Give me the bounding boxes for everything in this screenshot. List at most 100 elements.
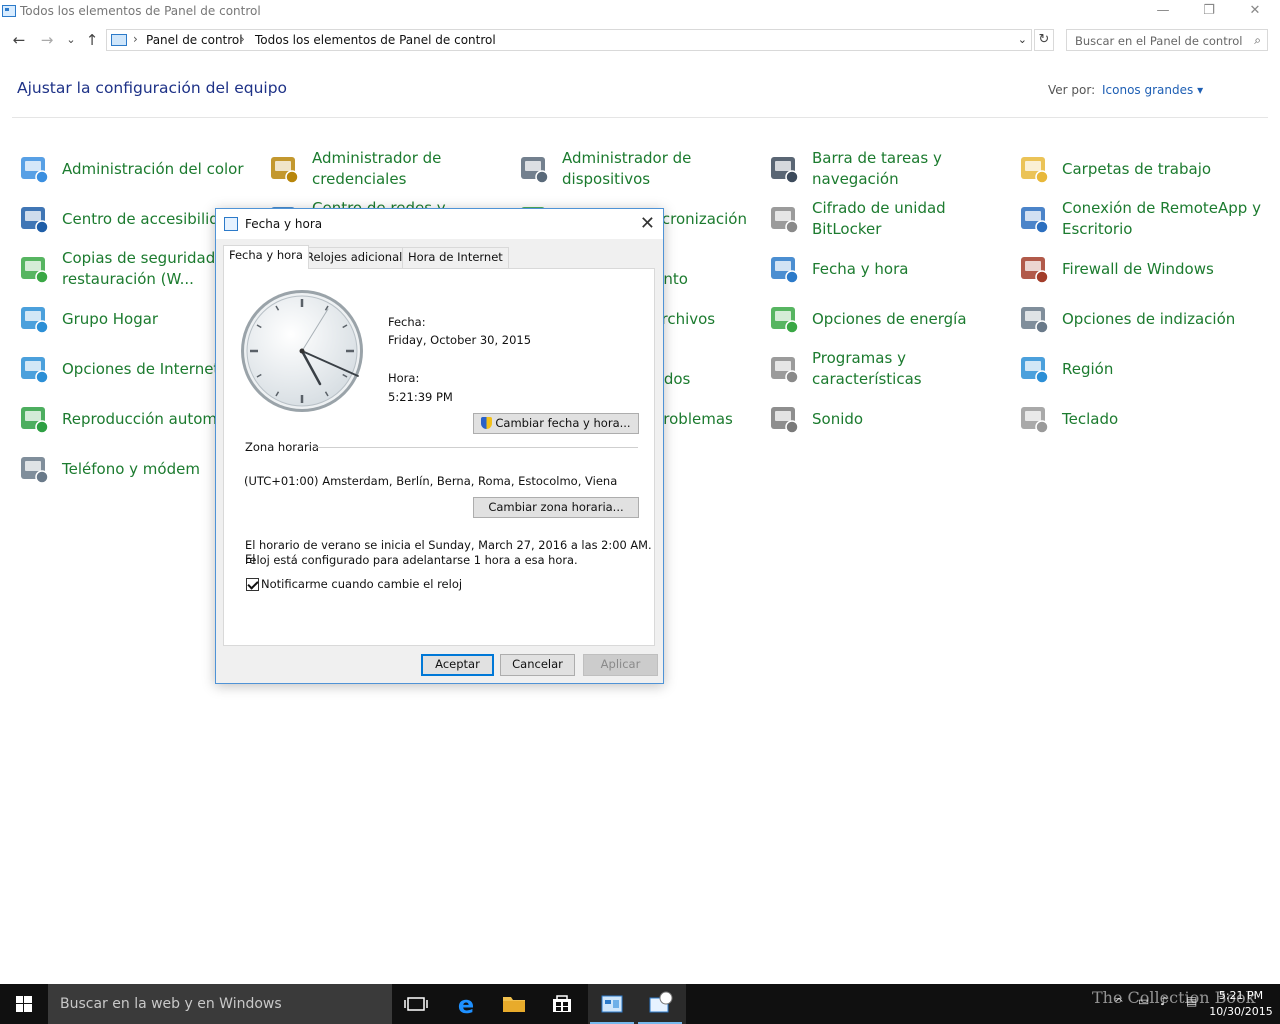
phone-modem-icon [21,457,49,484]
taskbar-edge[interactable]: e [442,984,490,1024]
close-button[interactable]: ✕ [1232,0,1278,24]
taskbar-store[interactable] [538,984,586,1024]
recent-locations-button[interactable]: ⌄ [62,30,80,50]
cp-item-label: Región [1062,359,1114,378]
credential-manager-icon [271,157,299,184]
network-icon[interactable]: ▭ [1138,994,1149,1024]
time-value: 5:21:39 PM [388,390,453,404]
dialog-title: Fecha y hora [245,217,323,231]
task-view-button[interactable] [392,984,440,1024]
taskbar-date-time[interactable] [636,984,686,1024]
date-time-icon [224,217,238,231]
taskbar-search[interactable] [48,984,392,1024]
refresh-button[interactable]: ↻ [1034,29,1054,51]
indexing-options-icon [1021,307,1049,334]
homegroup-icon [21,307,49,334]
cp-item-remoteapp[interactable]: Conexión de RemoteApp y Escritorio [1018,197,1263,241]
change-date-time-button[interactable]: Cambiar fecha y hora... [473,413,639,434]
window-title: Todos los elementos de Panel de control [20,4,261,18]
edge-icon: e [458,991,474,1019]
start-button[interactable] [0,984,48,1024]
color-management-icon [21,157,49,184]
taskbar-control-panel[interactable] [588,984,636,1024]
ease-of-access-icon [21,207,49,234]
firewall-icon [1021,257,1049,284]
change-date-time-label: Cambiar fecha y hora... [495,416,631,430]
address-dropdown-button[interactable]: ⌄ [1018,33,1027,46]
action-center-icon[interactable]: ▤ [1186,994,1197,1024]
time-label: Hora: [388,371,420,385]
cp-item-indexing-options[interactable]: Opciones de indización [1018,297,1263,341]
region-icon [1021,357,1049,384]
volume-icon[interactable]: ♪ [1160,994,1168,1024]
taskbar: e [0,984,1280,1024]
forward-button[interactable]: → [38,30,56,50]
search-icon[interactable]: ⌕ [1254,33,1261,48]
search-box[interactable]: ⌕ [1066,29,1268,51]
work-folders-icon [1021,157,1049,184]
cp-item-region[interactable]: Región [1018,347,1263,391]
cp-item-label: Firewall de Windows [1062,259,1214,278]
control-panel-location-icon [111,34,127,46]
svg-text:e: e [458,991,474,1019]
dialog-titlebar[interactable]: Fecha y hora ✕ [216,209,663,239]
cp-item-label: Teclado [1062,409,1119,428]
taskbar-date: 10/30/2015 [1209,1005,1273,1018]
taskbar-search-input[interactable] [48,984,368,1024]
back-button[interactable]: ← [10,30,28,50]
window-titlebar[interactable]: Todos los elementos de Panel de control … [0,0,1280,24]
backup-restore-icon [21,257,49,284]
cp-item-label: Fecha y hora [812,259,909,278]
up-button[interactable]: ↑ [83,30,101,50]
cancel-button[interactable]: Cancelar [500,654,575,676]
view-by-dropdown[interactable]: Iconos grandes ▾ [1102,83,1203,97]
cp-item-label: Administración del color [62,159,244,178]
change-timezone-button[interactable]: Cambiar zona horaria... [473,497,639,518]
taskbar-clock[interactable]: 5:21 PM 10/30/2015 [1208,988,1274,1020]
cp-item-work-folders[interactable]: Carpetas de trabajo [1018,147,1263,191]
cp-item-label: Programas y características [812,349,922,388]
notify-label[interactable]: Notificarme cuando cambie el reloj [261,577,462,591]
taskbar-icon [771,157,799,184]
minimize-button[interactable]: — [1140,0,1186,24]
taskbar-time: 5:21 PM [1218,989,1264,1002]
timezone-group-label: Zona horaria [245,440,319,454]
cp-item-power-options[interactable]: Opciones de energía [768,297,1013,341]
cp-item-label: Administrador de dispositivos [562,149,692,188]
date-time-panel: Fecha: Friday, October 30, 2015 Hora: 5:… [223,268,655,646]
cp-item-bitlocker[interactable]: Cifrado de unidad BitLocker [768,197,1013,241]
breadcrumb-separator[interactable]: › [240,32,245,46]
show-hidden-icons-button[interactable]: ^ [1114,996,1124,1024]
breadcrumb-control-panel[interactable]: Panel de control [146,33,243,47]
cp-item-firewall[interactable]: Firewall de Windows [1018,247,1263,291]
taskbar-file-explorer[interactable] [490,984,538,1024]
dst-info-line2: reloj está configurado para adelantarse … [245,553,578,567]
cp-item-credential-manager[interactable]: Administrador de credenciales [268,147,513,191]
analog-clock [241,290,363,412]
internet-options-icon [21,357,49,384]
cp-item-taskbar[interactable]: Barra de tareas y navegación [768,147,1013,191]
cp-item-device-manager[interactable]: Administrador de dispositivos [518,147,763,191]
restore-button[interactable]: ❐ [1186,0,1232,24]
desktop: Todos los elementos de Panel de control … [0,0,1280,1024]
tab-internet-time[interactable]: Hora de Internet [402,247,509,268]
dialog-close-button[interactable]: ✕ [640,213,655,234]
group-divider [316,447,638,448]
cp-item-date-time[interactable]: Fecha y hora [768,247,1013,291]
page-title: Ajustar la configuración del equipo [17,79,288,97]
ok-button[interactable]: Aceptar [421,654,494,676]
address-bar[interactable]: › Panel de control › Todos los elementos… [106,29,1032,51]
file-explorer-icon [503,997,525,1012]
breadcrumb-all-items[interactable]: Todos los elementos de Panel de control [255,33,496,47]
cp-item-keyboard[interactable]: Teclado [1018,397,1263,441]
tab-date-time[interactable]: Fecha y hora [223,245,309,269]
search-input[interactable] [1067,31,1245,51]
breadcrumb-separator[interactable]: › [133,32,138,46]
date-time-dialog: Fecha y hora ✕ Fecha y hora Relojes adic… [215,208,664,684]
notify-checkbox[interactable] [246,578,259,591]
cp-item-programs-features[interactable]: Programas y características [768,347,1013,391]
cp-item-sound[interactable]: Sonido [768,397,1013,441]
cp-item-label: Opciones de energía [812,309,967,328]
apply-button[interactable]: Aplicar [583,654,658,676]
cp-item-color-management[interactable]: Administración del color [18,147,263,191]
